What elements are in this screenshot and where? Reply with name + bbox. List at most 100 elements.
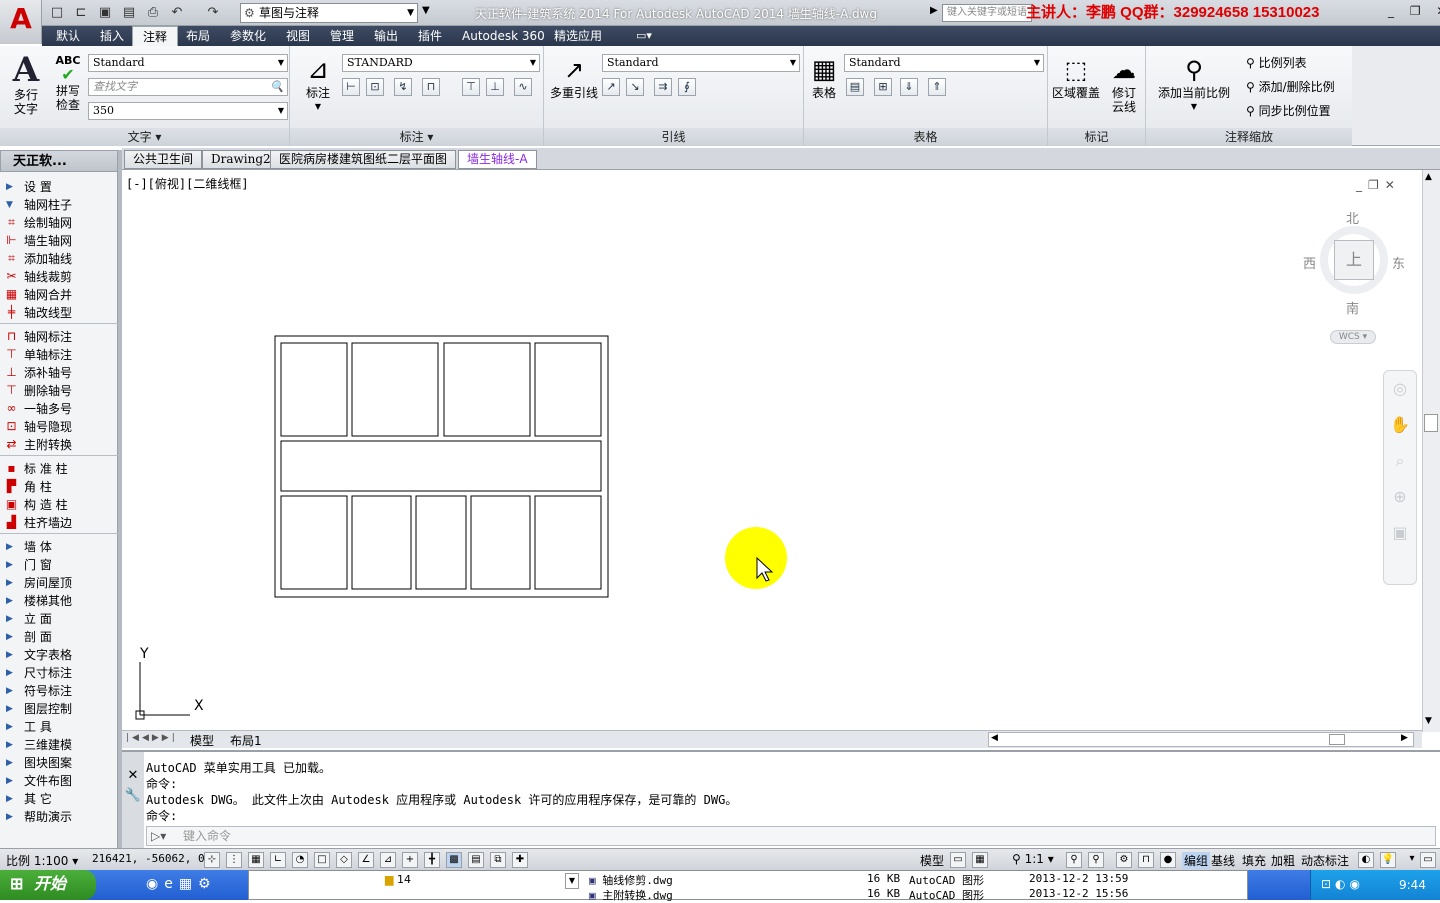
sidebar-item[interactable]: ⊥ 添补轴号	[0, 364, 118, 382]
find-text-input[interactable]: 查找文字 🔍	[88, 78, 288, 96]
collect-leader-icon[interactable]: ∮	[678, 78, 696, 96]
dimension-button[interactable]: ⊿ 标注 ▼	[298, 54, 338, 114]
doc-tab-hospital-plan[interactable]: 医院病房楼建筑图纸二层平面图	[270, 150, 457, 169]
sidebar-item[interactable]: ▶ 图层控制	[0, 700, 118, 718]
sidebar-item[interactable]: ▶ 房间屋顶	[0, 574, 118, 592]
sidebar-item[interactable]: ▶ 帮助演示	[0, 808, 118, 826]
viewport-controls-label[interactable]: [-][俯视][二维线框]	[126, 175, 249, 192]
status-menu-icon[interactable]: ▾	[1404, 852, 1420, 868]
sidebar-item[interactable]: ╪ 轴改线型	[0, 304, 118, 322]
ortho-mode-icon[interactable]: ∟	[270, 852, 286, 868]
sidebar-item[interactable]: ▶ 立 面	[0, 610, 118, 628]
sidebar-item[interactable]: ▶ 工 具	[0, 718, 118, 736]
polar-tracking-icon[interactable]: ◔	[292, 852, 308, 868]
markup-panel-title[interactable]: 标记	[1048, 128, 1145, 146]
scroll-up-icon[interactable]: ▲	[1425, 172, 1432, 182]
tab-annotate[interactable]: 注释	[132, 26, 179, 46]
toggle-dynamic-dim[interactable]: 动态标注	[1301, 852, 1349, 869]
toggle-baseline[interactable]: 基线	[1211, 852, 1235, 869]
scroll-left-icon[interactable]: ◀	[991, 733, 998, 743]
scale-status[interactable]: 比例 1:100 ▾	[6, 852, 78, 869]
selection-cycling-icon[interactable]: ⧉	[490, 852, 506, 868]
new-icon[interactable]: □	[48, 4, 66, 22]
sidebar-item[interactable]: ▪ 标 准 柱	[0, 460, 118, 478]
table-panel-title[interactable]: 表格	[804, 128, 1047, 146]
viewcube-west[interactable]: 西	[1303, 253, 1316, 272]
add-delete-scale-button[interactable]: ⚲ 添加/删除比例	[1246, 78, 1335, 95]
download-source-icon[interactable]: ⇓	[900, 78, 918, 96]
save-icon[interactable]: ▣	[96, 4, 114, 22]
sidebar-item[interactable]: ∞ 一轴多号	[0, 400, 118, 418]
isolate-objects-icon[interactable]: ◐	[1358, 852, 1374, 868]
sidebar-item[interactable]: ▼ 轴网柱子	[0, 196, 118, 214]
link-data-icon[interactable]: ⊞	[874, 78, 892, 96]
sidebar-item[interactable]: ⌗ 添加轴线	[0, 250, 118, 268]
annotation-scale[interactable]: ⚲ 1:1 ▾	[1012, 852, 1054, 866]
dim-continue-icon[interactable]: ⊓	[422, 78, 440, 96]
sidebar-item[interactable]: ⌗ 绘制轴网	[0, 214, 118, 232]
osnap-icon[interactable]: □	[314, 852, 330, 868]
text-style-select[interactable]: Standard ▼	[88, 54, 288, 72]
help-search-input[interactable]: 键入关键字或短语	[942, 4, 1032, 22]
file-row[interactable]: ▣ 轴线修剪.dwg	[589, 872, 673, 888]
doc-tab-public-toilet[interactable]: 公共卫生间	[124, 150, 203, 169]
transparency-icon[interactable]: ▩	[446, 852, 462, 868]
sidebar-item[interactable]: ⊩ 墙生轴网	[0, 232, 118, 250]
workspace-switch-icon[interactable]: ⚙	[1116, 852, 1132, 868]
search-expand-icon[interactable]: ▶	[930, 5, 938, 16]
tab-default[interactable]: 默认	[46, 26, 90, 46]
dyn-input-icon[interactable]: +	[402, 852, 418, 868]
drawing-quickview-icon[interactable]: ▦	[972, 852, 988, 868]
sidebar-item[interactable]: ▶ 符号标注	[0, 682, 118, 700]
mtext-button[interactable]: A 多行 文字	[8, 52, 44, 116]
clean-screen-icon[interactable]: ▭	[1420, 852, 1436, 868]
leader-panel-title[interactable]: 引线	[544, 128, 803, 146]
otrack-icon[interactable]: ∠	[358, 852, 374, 868]
sync-scale-button[interactable]: ⚲ 同步比例位置	[1246, 102, 1331, 119]
tab-model[interactable]: 模型	[190, 732, 214, 749]
layout-quickview-icon[interactable]: ▭	[950, 852, 966, 868]
scroll-down-icon[interactable]: ▼	[1425, 716, 1432, 726]
scale-list-button[interactable]: ⚲ 比例列表	[1246, 54, 1307, 71]
open-icon[interactable]: ⊏	[72, 4, 90, 22]
multileader-button[interactable]: ↗ 多重引线	[548, 54, 600, 100]
vertical-scrollbar[interactable]: ▲ ▼	[1422, 170, 1440, 732]
horizontal-scroll-thumb[interactable]	[1329, 734, 1345, 745]
layout-nav-icons[interactable]: |◀◀▶▶|	[126, 733, 178, 743]
viewcube-east[interactable]: 东	[1392, 253, 1405, 272]
leader-style-select[interactable]: Standard ▼	[602, 54, 800, 72]
command-window-handle[interactable]: ✕ 🔧	[122, 752, 144, 848]
window-controls[interactable]: _ ❐ ✕	[1388, 4, 1440, 18]
viewcube-face-top[interactable]: 上	[1334, 240, 1374, 280]
upload-source-icon[interactable]: ⇑	[928, 78, 946, 96]
sidebar-item[interactable]: ▶ 墙 体	[0, 538, 118, 556]
sidebar-item[interactable]: ▶ 三维建模	[0, 736, 118, 754]
table-button[interactable]: ▦ 表格	[808, 54, 840, 100]
revcloud-button[interactable]: ☁ 修订 云线	[1106, 54, 1142, 114]
toggle-bold[interactable]: 加粗	[1271, 852, 1295, 869]
grid-display-icon[interactable]: ▦	[248, 852, 264, 868]
scale-panel-title[interactable]: 注释缩放	[1146, 128, 1352, 146]
add-leader-icon[interactable]: ↗	[602, 78, 620, 96]
annotation-visibility-icon[interactable]: ⚲	[1066, 852, 1082, 868]
sidebar-item[interactable]: ▶ 尺寸标注	[0, 664, 118, 682]
lock-icon[interactable]: ⊓	[1138, 852, 1154, 868]
file-row[interactable]: ▣ 主附转换.dwg	[589, 887, 673, 903]
redo-icon[interactable]: ↷	[204, 4, 222, 22]
align-leader-icon[interactable]: ⇉	[654, 78, 672, 96]
quick-props-icon[interactable]: ▤	[468, 852, 484, 868]
print-icon[interactable]: ⎙	[144, 4, 162, 22]
scroll-right-icon[interactable]: ▶	[1401, 733, 1408, 743]
tab-insert[interactable]: 插入	[90, 26, 134, 46]
lightbulb-icon[interactable]: 💡	[1380, 852, 1396, 868]
lineweight-icon[interactable]: ╋	[424, 852, 440, 868]
doc-tab-wall-axis[interactable]: 墙生轴线-A	[458, 150, 537, 169]
dim-jog-icon[interactable]: ∿	[514, 78, 532, 96]
spellcheck-button[interactable]: ABC ✔ 拼写 检查	[52, 54, 84, 112]
dim-space-icon[interactable]: ⊤	[462, 78, 480, 96]
sidebar-item[interactable]: ▶ 文字表格	[0, 646, 118, 664]
sidebar-item[interactable]: ⊤ 删除轴号	[0, 382, 118, 400]
tab-featured-apps[interactable]: 精选应用	[544, 26, 612, 46]
folder-dropdown[interactable]: ▼	[565, 873, 579, 889]
sidebar-item[interactable]: ▶ 其 它	[0, 790, 118, 808]
